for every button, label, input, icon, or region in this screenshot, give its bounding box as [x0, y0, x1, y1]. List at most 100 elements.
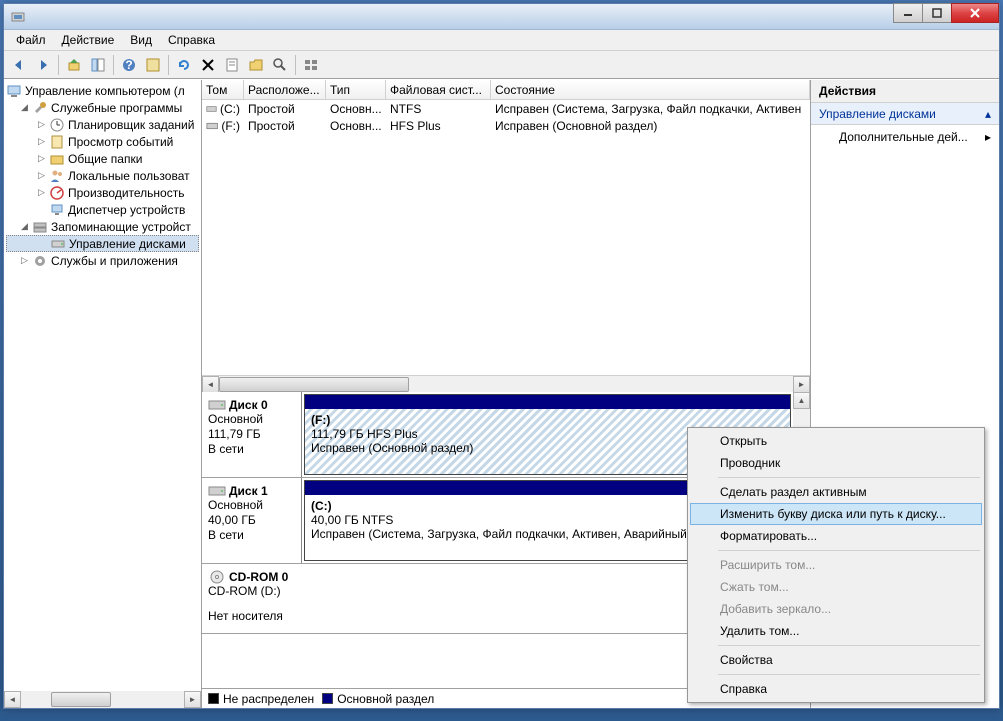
scroll-up-button[interactable]: ▲	[793, 392, 810, 409]
ctx-active[interactable]: Сделать раздел активным	[690, 481, 982, 503]
ctx-separator	[718, 477, 980, 478]
ctx-separator	[718, 645, 980, 646]
open-button[interactable]	[245, 54, 267, 76]
list-scrollbar[interactable]: ◄ ►	[202, 375, 810, 392]
menu-view[interactable]: Вид	[122, 31, 160, 49]
tree-events[interactable]: ▷ Просмотр событий	[6, 133, 199, 150]
disk-size: 111,79 ГБ	[208, 427, 295, 442]
tree-services[interactable]: ▷ Службы и приложения	[6, 252, 199, 269]
ctx-explorer[interactable]: Проводник	[690, 452, 982, 474]
icon-button[interactable]	[142, 54, 164, 76]
legend-unallocated: Не распределен	[208, 692, 314, 706]
tree-devmgr[interactable]: Диспетчер устройств	[6, 201, 199, 218]
forward-button[interactable]	[32, 54, 54, 76]
minimize-button[interactable]	[893, 3, 923, 23]
storage-icon	[32, 219, 48, 235]
col-type[interactable]: Тип	[326, 80, 386, 99]
scroll-thumb[interactable]	[219, 377, 409, 392]
vol-status: Исправен (Основной раздел)	[491, 119, 810, 133]
actions-section[interactable]: Управление дисками▴	[811, 103, 999, 125]
hdd-icon	[208, 398, 226, 412]
tree-perf[interactable]: ▷ Производительность	[6, 184, 199, 201]
actions-header: Действия	[811, 80, 999, 103]
app-icon	[10, 9, 26, 25]
volume-row[interactable]: (F:) Простой Основн... HFS Plus Исправен…	[202, 117, 810, 134]
menu-help[interactable]: Справка	[160, 31, 223, 49]
show-tree-button[interactable]	[87, 54, 109, 76]
vol-fs: NTFS	[386, 102, 491, 116]
tree-scheduler[interactable]: ▷ Планировщик заданий	[6, 116, 199, 133]
shared-icon	[49, 151, 65, 167]
users-icon	[49, 168, 65, 184]
toolbar-sep	[168, 55, 169, 75]
titlebar[interactable]	[4, 4, 999, 30]
scroll-left-button[interactable]: ◄	[202, 376, 219, 393]
cdrom-icon	[208, 570, 226, 584]
menu-file[interactable]: Файл	[8, 31, 54, 49]
maximize-button[interactable]	[922, 3, 952, 23]
ctx-delete[interactable]: Удалить том...	[690, 620, 982, 642]
refresh-button[interactable]	[173, 54, 195, 76]
disk-state: В сети	[208, 528, 295, 543]
tree-system-tools[interactable]: ◢ Служебные программы	[6, 99, 199, 116]
window-controls	[894, 3, 999, 23]
tree-root[interactable]: Управление компьютером (л	[6, 82, 199, 99]
disk-info[interactable]: Диск 0 Основной 111,79 ГБ В сети	[202, 392, 302, 477]
expand-icon[interactable]: ▷	[36, 187, 47, 198]
tree-diskmgmt[interactable]: Управление дисками	[6, 235, 199, 252]
scroll-right-button[interactable]: ►	[793, 376, 810, 393]
collapse-arrow-icon: ▴	[985, 107, 991, 121]
disk-name: Диск 1	[208, 484, 295, 498]
ctx-open[interactable]: Открыть	[690, 430, 982, 452]
tree-scrollbar[interactable]: ◄ ►	[4, 691, 201, 708]
expand-icon[interactable]: ▷	[36, 119, 47, 130]
collapse-icon[interactable]: ◢	[19, 102, 30, 113]
drive-icon	[206, 120, 218, 132]
tree-users[interactable]: ▷ Локальные пользоват	[6, 167, 199, 184]
collapse-icon[interactable]: ◢	[19, 221, 30, 232]
ctx-props[interactable]: Свойства	[690, 649, 982, 671]
ctx-mirror: Добавить зеркало...	[690, 598, 982, 620]
col-layout[interactable]: Расположе...	[244, 80, 326, 99]
col-status[interactable]: Состояние	[491, 80, 810, 99]
arrow-right-icon: ▸	[985, 130, 991, 144]
settings-button[interactable]	[300, 54, 322, 76]
close-button[interactable]	[951, 3, 999, 23]
context-menu: Открыть Проводник Сделать раздел активны…	[687, 427, 985, 703]
col-fs[interactable]: Файловая сист...	[386, 80, 491, 99]
vol-type: Основн...	[326, 102, 386, 116]
col-volume[interactable]: Том	[202, 80, 244, 99]
tree-shared[interactable]: ▷ Общие папки	[6, 150, 199, 167]
svg-text:?: ?	[125, 58, 132, 72]
expand-icon[interactable]: ▷	[36, 136, 47, 147]
props-button[interactable]	[221, 54, 243, 76]
tree-storage[interactable]: ◢ Запоминающие устройст	[6, 218, 199, 235]
ctx-extend: Расширить том...	[690, 554, 982, 576]
scroll-right-button[interactable]: ►	[184, 691, 201, 708]
ctx-shrink: Сжать том...	[690, 576, 982, 598]
disk-info[interactable]: Диск 1 Основной 40,00 ГБ В сети	[202, 478, 302, 563]
up-button[interactable]	[63, 54, 85, 76]
scroll-track[interactable]	[21, 691, 184, 708]
vol-name: (C:)	[202, 102, 244, 116]
help-button[interactable]: ?	[118, 54, 140, 76]
ctx-change-letter[interactable]: Изменить букву диска или путь к диску...	[690, 503, 982, 525]
volume-row[interactable]: (C:) Простой Основн... NTFS Исправен (Си…	[202, 100, 810, 117]
expand-icon[interactable]: ▷	[36, 153, 47, 164]
disk-icon	[50, 236, 66, 252]
ctx-separator	[718, 550, 980, 551]
expand-icon[interactable]: ▷	[36, 170, 47, 181]
menu-action[interactable]: Действие	[54, 31, 123, 49]
find-button[interactable]	[269, 54, 291, 76]
ctx-format[interactable]: Форматировать...	[690, 525, 982, 547]
scroll-thumb[interactable]	[51, 692, 111, 707]
delete-button[interactable]	[197, 54, 219, 76]
scroll-left-button[interactable]: ◄	[4, 691, 21, 708]
legend-swatch	[208, 693, 219, 704]
actions-more[interactable]: Дополнительные дей...▸	[811, 125, 999, 149]
vol-layout: Простой	[244, 119, 326, 133]
ctx-help[interactable]: Справка	[690, 678, 982, 700]
expand-icon[interactable]: ▷	[19, 255, 30, 266]
back-button[interactable]	[8, 54, 30, 76]
scroll-track[interactable]	[219, 376, 793, 393]
